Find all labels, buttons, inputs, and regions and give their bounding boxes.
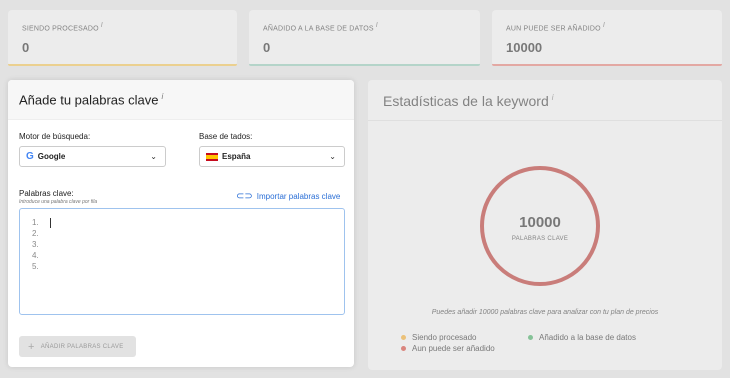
panel-header: Añade tu palabras clave i (8, 80, 354, 120)
stat-accent-bar (492, 64, 722, 66)
chevron-down-icon: ⌄ (150, 152, 157, 161)
stat-value: 10000 (506, 40, 543, 56)
paperclip-icon: ⊂⊃ (236, 191, 253, 202)
donut-caption: PALABRAS CLAVE (511, 236, 569, 242)
keyword-stats-title: Estadísticas de la keyword i (383, 93, 554, 109)
stat-value: 0 (263, 40, 271, 56)
database-value: España (222, 152, 251, 161)
google-logo-icon: G (26, 151, 34, 162)
legend-dot (528, 335, 533, 340)
stat-card-processing: SIENDO PROCESADO i 0 (8, 10, 237, 66)
panel-title: Añade tu palabras clave i (19, 92, 164, 108)
add-keywords-panel: Añade tu palabras clave i Motor de búsque… (8, 80, 354, 367)
stat-label: SIENDO PROCESADO i (22, 22, 103, 33)
legend-dot (401, 335, 406, 340)
legend-item-remaining: Aun puede ser añadido (401, 344, 495, 353)
legend-item-added: Añadido a la base de datos (528, 333, 636, 342)
keywords-donut: 10000 PALABRAS CLAVE (480, 166, 600, 286)
engine-value: Google (37, 152, 66, 161)
info-icon: i (551, 93, 554, 103)
spain-flag-icon (206, 152, 218, 161)
stat-card-remaining: AUN PUEDE SER AÑADIDO i 10000 (492, 10, 722, 66)
stat-label: AUN PUEDE SER AÑADIDO i (506, 22, 605, 33)
database-label: Base de tados: (199, 132, 253, 141)
chevron-down-icon: ⌄ (329, 152, 336, 161)
stat-accent-bar (8, 64, 237, 66)
engine-label: Motor de búsqueda: (19, 132, 91, 141)
search-engine-select[interactable]: G Google ⌄ (19, 146, 166, 167)
keywords-label: Palabras clave: (19, 189, 74, 198)
info-icon: i (375, 22, 378, 29)
stat-card-added: AÑADIDO A LA BASE DE DATOS i 0 (249, 10, 480, 66)
plan-note: Puedes añadir 10000 palabras clave para … (431, 309, 659, 316)
plus-icon: + (28, 340, 35, 353)
stat-label: AÑADIDO A LA BASE DE DATOS i (263, 22, 378, 33)
import-keywords-link[interactable]: ⊂⊃ Importar palabras clave (236, 191, 340, 202)
database-select[interactable]: España ⌄ (199, 146, 345, 167)
info-icon: i (161, 92, 164, 101)
stat-value: 0 (22, 40, 30, 56)
keyword-stats-panel: Estadísticas de la keyword i 10000 PALABR… (368, 80, 722, 370)
keywords-textarea[interactable]: 1. 2. 3. 4. 5. (19, 208, 345, 315)
keywords-sublabel: Introduce una palabra clave por fila (19, 199, 98, 205)
legend-dot (401, 346, 406, 351)
add-keywords-button[interactable]: + AÑADIR PALABRAS CLAVE (19, 336, 136, 357)
line-numbers: 1. 2. 3. 4. 5. (32, 218, 39, 271)
text-caret (50, 218, 51, 228)
info-icon: i (602, 22, 605, 29)
stat-accent-bar (249, 64, 480, 66)
donut-value: 10000 (519, 214, 561, 231)
info-icon: i (100, 22, 103, 29)
legend-item-processing: Siendo procesado (401, 333, 477, 342)
divider (368, 120, 722, 121)
